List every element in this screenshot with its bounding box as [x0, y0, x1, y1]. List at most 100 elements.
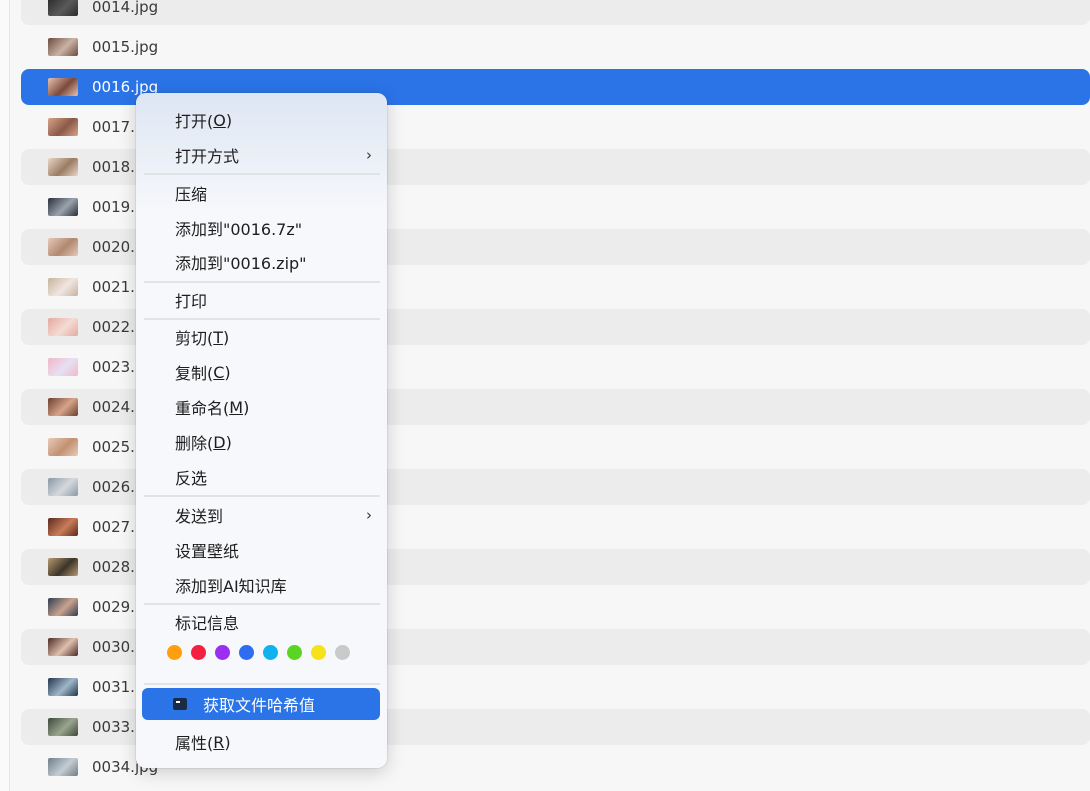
- menu-item-open-with-label: 打开方式: [175, 147, 240, 166]
- menu-item-rename-key: M: [229, 397, 244, 417]
- menu-item-cut-paren: ): [223, 327, 230, 347]
- menu-item-open-paren: ): [225, 110, 233, 130]
- image-thumbnail: [48, 158, 78, 176]
- menu-item-add-zip[interactable]: 添加到"0016.zip": [142, 246, 380, 278]
- menu-item-delete-key: D: [213, 432, 226, 452]
- menu-item-set-wallpaper-label: 设置壁纸: [175, 542, 240, 561]
- menu-item-delete-label: 删除(: [175, 434, 214, 453]
- file-name: 0018.: [92, 158, 135, 176]
- file-name: 0028.: [92, 558, 135, 576]
- file-row[interactable]: 0015.jpg: [21, 29, 1090, 65]
- file-name: 0020.: [92, 238, 135, 256]
- tag-color-dot[interactable]: [239, 645, 254, 660]
- menu-separator: [144, 683, 380, 685]
- image-thumbnail: [48, 318, 78, 336]
- image-thumbnail: [48, 38, 78, 56]
- image-thumbnail: [48, 718, 78, 736]
- tag-color-dot[interactable]: [287, 645, 302, 660]
- tag-color-dot[interactable]: [335, 645, 350, 660]
- file-name: 0017.: [92, 118, 135, 136]
- menu-item-open-label: 打开(: [175, 112, 214, 131]
- menu-item-rename-label: 重命名(: [175, 399, 230, 418]
- file-name: 0023.: [92, 358, 135, 376]
- menu-item-hash-label: 获取文件哈希值: [203, 696, 316, 715]
- menu-separator: [144, 318, 380, 320]
- menu-item-properties-key: R: [213, 732, 225, 752]
- file-name: 0024.: [92, 398, 135, 416]
- menu-item-open-with[interactable]: 打开方式 ›: [142, 139, 380, 171]
- menu-item-delete-paren: ): [225, 432, 232, 452]
- file-row[interactable]: 0014.jpg: [21, 0, 1090, 25]
- image-thumbnail: [48, 758, 78, 776]
- menu-item-print-label: 打印: [175, 292, 208, 311]
- image-thumbnail: [48, 78, 78, 96]
- tag-color-dot[interactable]: [215, 645, 230, 660]
- image-thumbnail: [48, 438, 78, 456]
- file-name: 0027.: [92, 518, 135, 536]
- menu-item-compress[interactable]: 压缩: [142, 177, 380, 209]
- file-name: 0031.: [92, 678, 135, 696]
- menu-item-compress-label: 压缩: [175, 185, 208, 204]
- file-name: 0030.: [92, 638, 135, 656]
- menu-item-add-ai-label: 添加到AI知识库: [175, 577, 287, 596]
- file-name: 0026.: [92, 478, 135, 496]
- menu-item-rename-paren: ): [243, 397, 250, 417]
- menu-separator: [144, 173, 380, 175]
- image-thumbnail: [48, 118, 78, 136]
- image-thumbnail: [48, 678, 78, 696]
- menu-item-copy-key: C: [213, 362, 225, 382]
- menu-item-properties-label: 属性(: [175, 734, 214, 753]
- left-edge: [0, 0, 10, 791]
- menu-item-copy-paren: ): [224, 362, 231, 382]
- menu-item-invert-selection[interactable]: 反选: [142, 461, 380, 493]
- image-thumbnail: [48, 518, 78, 536]
- image-thumbnail: [48, 278, 78, 296]
- menu-item-add-ai-kb[interactable]: 添加到AI知识库: [142, 569, 380, 601]
- menu-item-copy[interactable]: 复制(C): [142, 356, 380, 388]
- file-name: 0025.: [92, 438, 135, 456]
- image-thumbnail: [48, 638, 78, 656]
- menu-separator: [144, 281, 380, 283]
- menu-item-send-to-label: 发送到: [175, 507, 224, 526]
- file-name: 0015.jpg: [92, 38, 159, 56]
- menu-item-properties[interactable]: 属性(R): [142, 726, 380, 758]
- menu-item-file-hash[interactable]: 获取文件哈希值: [142, 688, 380, 720]
- menu-separator: [144, 495, 380, 497]
- menu-item-open-key: O: [213, 110, 226, 130]
- chevron-right-icon: ›: [366, 506, 372, 524]
- image-thumbnail: [48, 0, 78, 16]
- file-name: 0014.jpg: [92, 0, 159, 16]
- menu-item-cut-label: 剪切(: [175, 329, 214, 348]
- menu-item-delete[interactable]: 删除(D): [142, 426, 380, 458]
- menu-item-invert-label: 反选: [175, 469, 208, 488]
- menu-item-print[interactable]: 打印: [142, 284, 380, 316]
- menu-separator: [144, 603, 380, 605]
- menu-item-set-wallpaper[interactable]: 设置壁纸: [142, 534, 380, 566]
- menu-item-cut[interactable]: 剪切(T): [142, 321, 380, 353]
- file-name: 0022.: [92, 318, 135, 336]
- menu-item-copy-label: 复制(: [175, 364, 214, 383]
- image-thumbnail: [48, 558, 78, 576]
- tag-color-dot[interactable]: [167, 645, 182, 660]
- chevron-right-icon: ›: [366, 146, 372, 164]
- menu-item-properties-paren: ): [224, 732, 231, 752]
- tag-color-dot[interactable]: [263, 645, 278, 660]
- file-name: 0021.: [92, 278, 135, 296]
- menu-item-tag-info: 标记信息: [142, 606, 380, 638]
- menu-item-add-zip-label: 添加到"0016.zip": [175, 254, 307, 273]
- menu-item-add-7z-label: 添加到"0016.7z": [175, 220, 303, 239]
- menu-item-open[interactable]: 打开(O): [142, 104, 380, 136]
- image-thumbnail: [48, 198, 78, 216]
- menu-item-rename[interactable]: 重命名(M): [142, 391, 380, 423]
- image-thumbnail: [48, 238, 78, 256]
- menu-item-send-to[interactable]: 发送到 ›: [142, 499, 380, 531]
- image-thumbnail: [48, 358, 78, 376]
- image-thumbnail: [48, 598, 78, 616]
- tag-color-dot[interactable]: [311, 645, 326, 660]
- file-name: 0019.: [92, 198, 135, 216]
- image-thumbnail: [48, 478, 78, 496]
- tag-color-dot[interactable]: [191, 645, 206, 660]
- menu-item-cut-key: T: [213, 327, 224, 347]
- menu-item-add-7z[interactable]: 添加到"0016.7z": [142, 212, 380, 244]
- tag-color-picker: [167, 645, 350, 660]
